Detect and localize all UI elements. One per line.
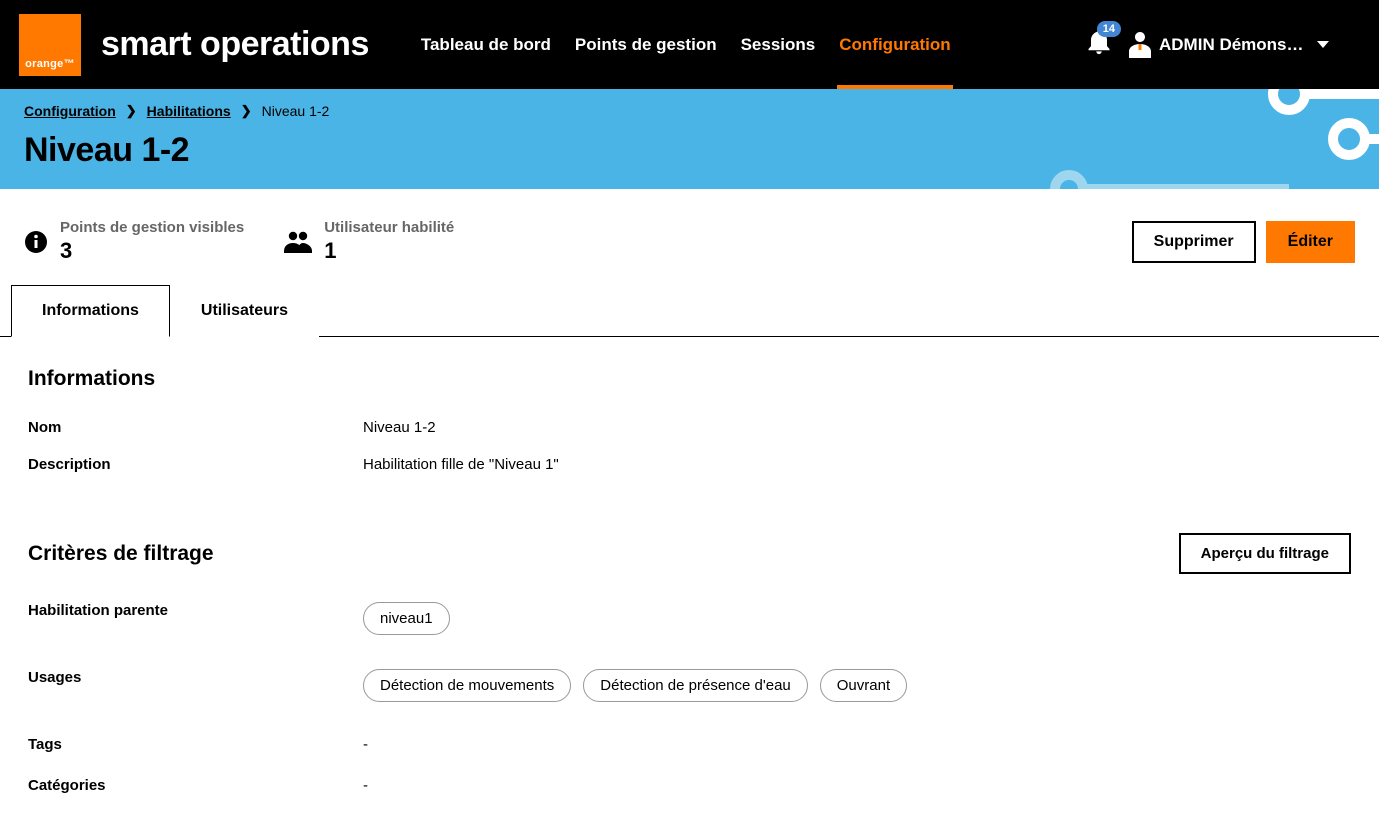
brand-logo[interactable]: orange™: [19, 14, 81, 76]
logo-text: orange™: [25, 58, 75, 70]
main-header: orange™ smart operations Tableau de bord…: [0, 0, 1379, 89]
chip-usage: Détection de mouvements: [363, 669, 571, 702]
user-menu[interactable]: ADMIN Démonstr...: [1129, 32, 1329, 58]
chip-parent: niveau1: [363, 602, 450, 635]
nav-configuration[interactable]: Configuration: [837, 0, 952, 89]
row-usages: Usages Détection de mouvements Détection…: [28, 645, 1351, 712]
section-filter-title: Critères de filtrage: [28, 542, 214, 566]
value-tags: -: [363, 736, 368, 753]
label-description: Description: [28, 456, 363, 473]
row-tags: Tags -: [28, 712, 1351, 763]
content: Informations Nom Niveau 1-2 Description …: [0, 337, 1379, 834]
decorative-graphic: [1039, 89, 1379, 189]
stat-points: Points de gestion visibles 3: [24, 219, 244, 264]
header-right: 14 ADMIN Démonstr...: [1087, 29, 1329, 60]
chevron-down-icon: [1317, 41, 1329, 48]
tab-utilisateurs[interactable]: Utilisateurs: [170, 285, 319, 337]
chevron-right-icon: ❯: [241, 103, 252, 119]
stat-points-value: 3: [60, 238, 244, 264]
label-usages: Usages: [28, 669, 363, 702]
row-categories: Catégories -: [28, 763, 1351, 804]
section-informations-title: Informations: [28, 367, 1351, 391]
page-banner: Configuration ❯ Habilitations ❯ Niveau 1…: [0, 89, 1379, 189]
value-name: Niveau 1-2: [363, 419, 436, 436]
tabs: Informations Utilisateurs: [0, 284, 1379, 337]
breadcrumb-habilitations[interactable]: Habilitations: [147, 103, 231, 119]
stat-users-label: Utilisateur habilité: [324, 219, 454, 236]
main-nav: Tableau de bord Points de gestion Sessio…: [419, 0, 953, 89]
page-actions: Supprimer Éditer: [1132, 221, 1355, 263]
chip-usage: Ouvrant: [820, 669, 907, 702]
users-icon: [284, 231, 312, 253]
user-icon: [1129, 32, 1151, 58]
nav-points[interactable]: Points de gestion: [573, 0, 719, 89]
stat-users-value: 1: [324, 238, 454, 264]
section-filter-head: Critères de filtrage Aperçu du filtrage: [28, 533, 1351, 574]
stats-row: Points de gestion visibles 3 Utilisateur…: [0, 189, 1379, 264]
label-tags: Tags: [28, 736, 363, 753]
edit-button[interactable]: Éditer: [1266, 221, 1355, 263]
label-parent: Habilitation parente: [28, 602, 363, 635]
stat-points-label: Points de gestion visibles: [60, 219, 244, 236]
chevron-right-icon: ❯: [126, 103, 137, 119]
stat-users: Utilisateur habilité 1: [284, 219, 454, 264]
row-parent: Habilitation parente niveau1: [28, 592, 1351, 645]
tab-informations[interactable]: Informations: [11, 285, 170, 337]
label-categories: Catégories: [28, 777, 363, 794]
app-title: smart operations: [101, 25, 369, 64]
row-description: Description Habilitation fille de "Nivea…: [28, 446, 1351, 483]
breadcrumb-configuration[interactable]: Configuration: [24, 103, 116, 119]
delete-button[interactable]: Supprimer: [1132, 221, 1256, 263]
value-description: Habilitation fille de "Niveau 1": [363, 456, 559, 473]
user-name: ADMIN Démonstr...: [1159, 35, 1309, 55]
value-categories: -: [363, 777, 368, 794]
nav-sessions[interactable]: Sessions: [739, 0, 818, 89]
label-name: Nom: [28, 419, 363, 436]
notifications-button[interactable]: 14: [1087, 29, 1111, 60]
nav-dashboard[interactable]: Tableau de bord: [419, 0, 553, 89]
breadcrumb-current: Niveau 1-2: [262, 103, 330, 119]
info-icon: [24, 230, 48, 254]
chip-usage: Détection de présence d'eau: [583, 669, 808, 702]
preview-filter-button[interactable]: Aperçu du filtrage: [1179, 533, 1351, 574]
row-name: Nom Niveau 1-2: [28, 409, 1351, 446]
notification-badge: 14: [1097, 21, 1121, 37]
